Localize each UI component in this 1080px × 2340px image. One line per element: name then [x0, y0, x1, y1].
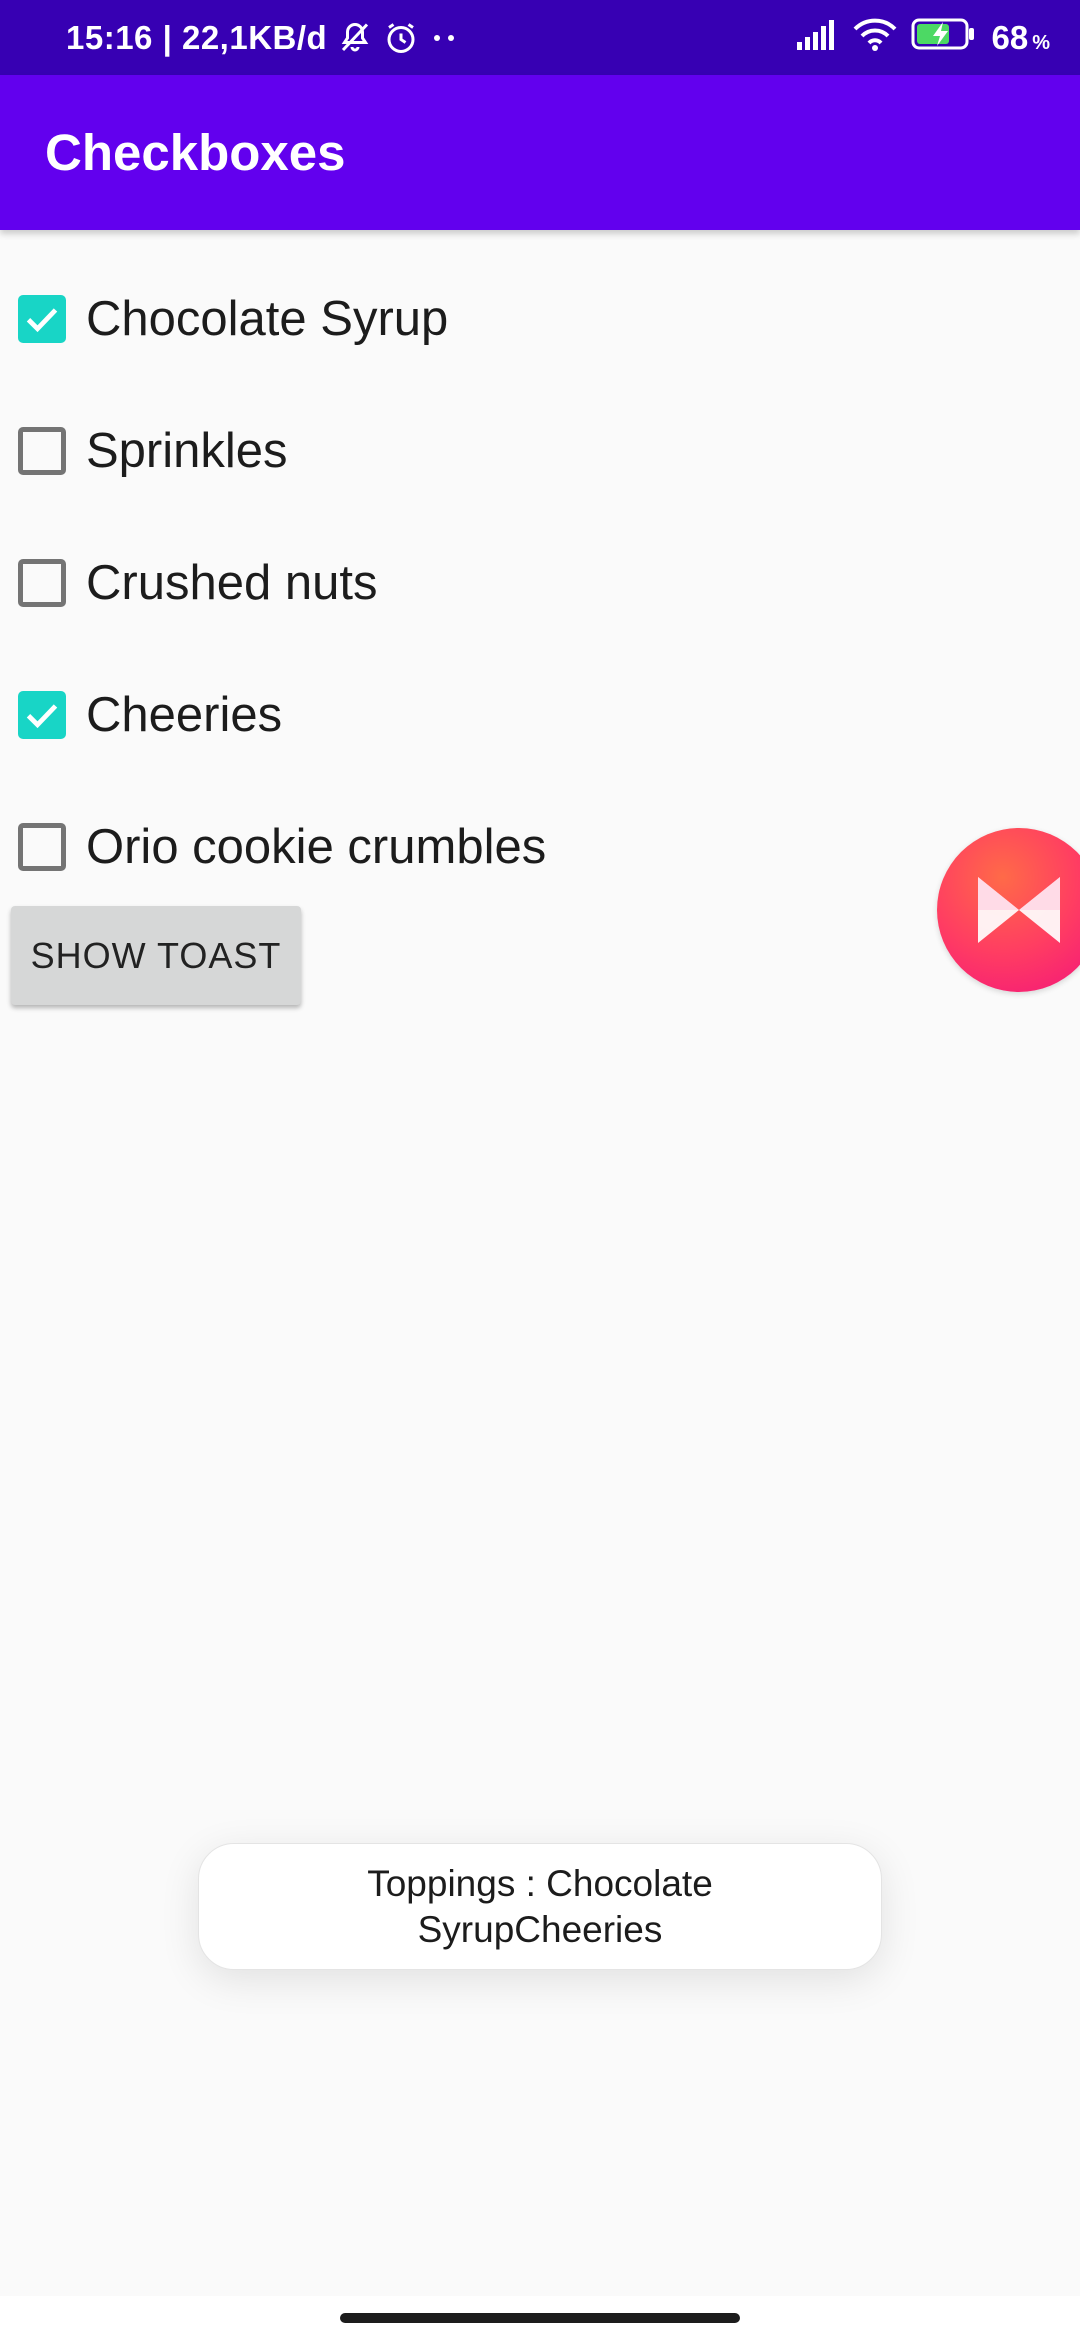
- home-indicator[interactable]: [340, 2313, 740, 2323]
- battery-percent-unit: %: [1032, 31, 1050, 54]
- checkbox-orio-cookie-crumbles[interactable]: Orio cookie crumbles: [16, 802, 546, 892]
- alarm-icon: [383, 20, 419, 56]
- status-left: 15:16 | 22,1KB/d: [66, 0, 459, 75]
- checkbox-box[interactable]: [18, 559, 66, 607]
- checkmark-icon: [26, 308, 58, 333]
- app-bar: Checkboxes: [0, 75, 1080, 230]
- checkbox-box[interactable]: [18, 427, 66, 475]
- toast-text: Toppings : Chocolate SyrupCheeries: [367, 1862, 713, 1950]
- checkbox-box[interactable]: [18, 295, 66, 343]
- checkbox-box[interactable]: [18, 823, 66, 871]
- checkbox-crushed-nuts[interactable]: Crushed nuts: [16, 538, 377, 628]
- battery-charging-icon: [911, 17, 977, 59]
- bell-off-icon: [337, 20, 373, 56]
- checkbox-chocolate-syrup[interactable]: Chocolate Syrup: [16, 274, 448, 364]
- floating-bubble-icon[interactable]: [937, 828, 1080, 992]
- checkbox-box[interactable]: [18, 691, 66, 739]
- checkbox-cheeries[interactable]: Cheeries: [16, 670, 282, 760]
- toast-message: Toppings : Chocolate SyrupCheeries: [198, 1843, 882, 1970]
- battery-percent-value: 68: [991, 18, 1029, 56]
- app-title: Checkboxes: [45, 124, 346, 181]
- show-toast-button[interactable]: SHOW TOAST: [11, 906, 301, 1005]
- wifi-icon: [853, 17, 897, 59]
- more-dots-icon: [429, 32, 459, 44]
- bowtie-logo-icon: [978, 877, 1060, 943]
- checkbox-label: Cheeries: [86, 688, 283, 742]
- checkbox-label: Chocolate Syrup: [86, 292, 449, 346]
- checkmark-icon: [26, 704, 58, 729]
- status-bar: 15:16 | 22,1KB/d 68 %: [0, 0, 1080, 75]
- status-right: 68 %: [795, 0, 1050, 75]
- signal-icon: [795, 18, 839, 58]
- checkbox-sprinkles[interactable]: Sprinkles: [16, 406, 288, 496]
- checkbox-label: Orio cookie crumbles: [86, 820, 547, 874]
- status-time-speed: 15:16 | 22,1KB/d: [66, 18, 328, 56]
- checkbox-label: Crushed nuts: [86, 556, 378, 610]
- battery-percent: 68 %: [991, 19, 1050, 57]
- checkbox-label: Sprinkles: [86, 424, 288, 478]
